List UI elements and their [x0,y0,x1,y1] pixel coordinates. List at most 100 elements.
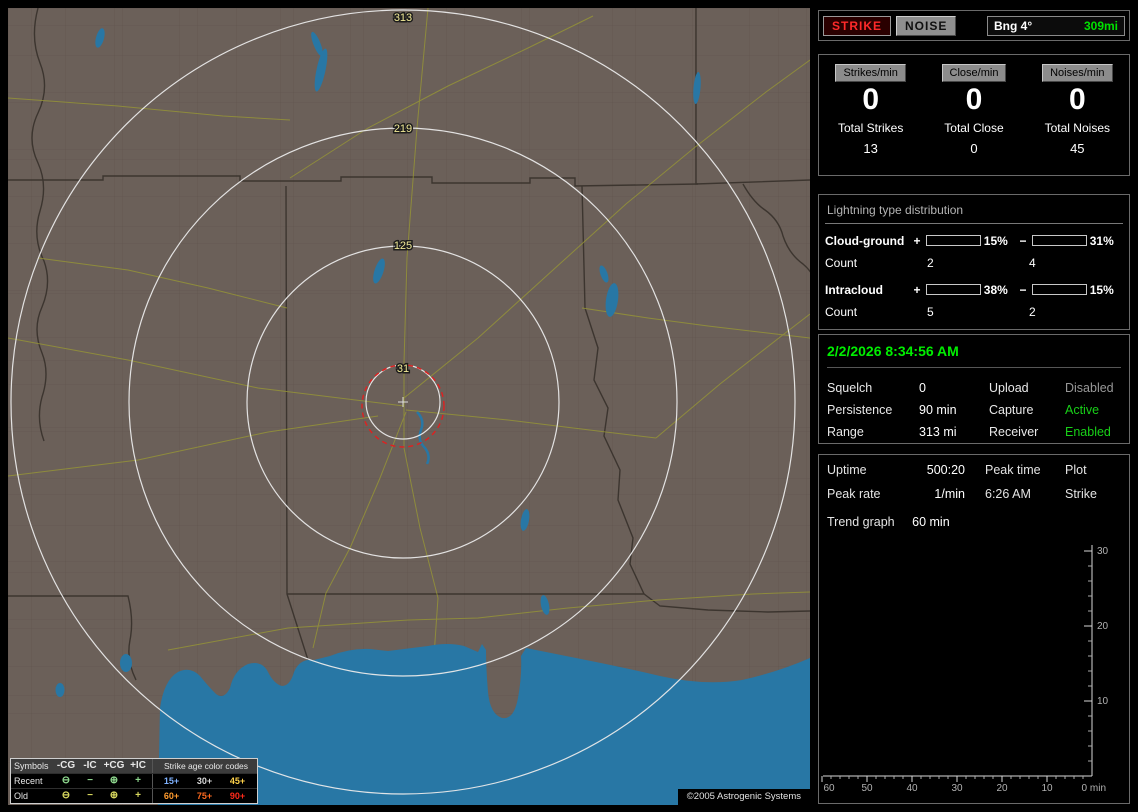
ic-negative-bar [1031,284,1087,295]
strikes-column: Strikes/min 0 Total Strikes 13 [819,63,922,156]
total-close-label: Total Close [944,121,1004,135]
total-strikes-value: 13 [863,141,878,156]
cg-positive-count: 2 [927,256,934,270]
close-per-min-button[interactable]: Close/min [941,64,1007,82]
minus-sign: − [1019,282,1027,297]
cg-positive-percent: 15% [983,233,1008,248]
graph-axes [823,545,1093,777]
age-code-15: 15+ [163,776,180,786]
noises-per-min-button[interactable]: Noises/min [1042,64,1113,82]
radar-map[interactable]: 313 219 125 31 Symbols -CG -IC +CG +IC S… [8,8,810,805]
y-minor-ticks [1088,565,1092,762]
plus-sign: + [913,282,921,297]
range-value: 313 mi [919,425,957,439]
distance-readout: 309mi [1083,18,1118,33]
receiver-label: Receiver [989,425,1039,439]
mode-bar: STRIKE NOISE Bng 4° 309mi [818,10,1130,41]
strikes-per-min-button[interactable]: Strikes/min [835,64,906,82]
x-tick-40: 40 [906,783,918,794]
cloud-ground-label: Cloud-ground [825,233,905,248]
range-label-313: 313 [394,12,412,24]
legend-old-label: Old [14,791,29,801]
close-column: Close/min 0 Total Close 0 [922,63,1025,156]
trend-panel: Uptime 500:20 Peak time Plot Peak rate 1… [818,454,1130,804]
trend-graph: 30 20 10 60 50 40 30 20 10 0 min [821,545,1109,794]
x-tick-20: 20 [996,783,1008,794]
range-label-125: 125 [394,240,412,252]
total-noises-value: 45 [1070,141,1085,156]
legend-age-title: Strike age color codes [163,761,249,771]
plot-label: Plot [1065,463,1087,477]
system-status-panel: 2/2/2026 8:34:56 AM Squelch 0 Upload Dis… [818,334,1130,444]
legend-old-row: Old ⊖ − ⊕ + 60+ 75+ 90+ [11,789,257,803]
neg-ic-recent-icon: − [87,775,93,786]
cg-negative-percent: 31% [1089,233,1114,248]
age-code-60: 60+ [163,791,180,801]
pos-cg-old-icon: ⊕ [109,790,119,801]
cg-negative-count: 4 [1029,256,1036,270]
legend-divider [152,774,153,788]
legend-col-neg-cg: -CG [56,760,76,771]
range-label: Range [827,425,864,439]
age-code-90: 90+ [229,791,246,801]
map-legend: Symbols -CG -IC +CG +IC Strike age color… [10,758,258,804]
noises-column: Noises/min 0 Total Noises 45 [1026,63,1129,156]
peak-time-value: 6:26 AM [985,487,1031,501]
bearing-distance-panel: Bng 4° 309mi [987,15,1125,36]
total-close-value: 0 [970,141,978,156]
ic-negative-count: 2 [1029,305,1036,319]
ic-negative-percent: 15% [1089,282,1114,297]
lightning-distribution-panel: Lightning type distribution Cloud-ground… [818,194,1130,330]
uptime-label: Uptime [827,463,867,477]
noises-per-min-value: 0 [1068,83,1086,116]
intracloud-count-row: Count 5 2 [825,305,1123,319]
range-label-31: 31 [397,363,409,375]
ic-positive-count: 5 [927,305,934,319]
minus-sign: − [1019,233,1027,248]
x-tick-30: 30 [951,783,963,794]
x-major-ticks [821,776,1048,782]
y-tick-10: 10 [1097,696,1109,707]
map-canvas: 313 219 125 31 [8,8,810,805]
copyright-notice: ©2005 Astrogenic Systems [677,789,810,805]
pos-cg-recent-icon: ⊕ [109,775,119,786]
legend-col-pos-cg: +CG [103,760,125,771]
strike-stats-panel: Strikes/min 0 Total Strikes 13 Close/min… [818,54,1130,176]
legend-symbols-label: Symbols [14,761,49,771]
legend-col-pos-ic: +IC [130,760,146,771]
noise-mode-button[interactable]: NOISE [896,15,957,36]
legend-header-row: Symbols -CG -IC +CG +IC Strike age color… [11,759,257,774]
x-tick-10: 10 [1041,783,1053,794]
legend-divider [152,789,153,803]
intracloud-row: Intracloud + 38% − 15% [825,282,1123,297]
plot-type-value: Strike [1065,487,1097,501]
peak-rate-value: 1/min [934,487,965,501]
legend-recent-label: Recent [14,776,43,786]
neg-ic-old-icon: − [87,790,93,801]
y-tick-20: 20 [1097,621,1109,632]
uptime-value: 500:20 [926,463,965,477]
age-code-45: 45+ [229,776,246,786]
cloud-ground-count-row: Count 2 4 [825,256,1123,270]
total-noises-label: Total Noises [1044,121,1110,135]
pos-ic-old-icon: + [135,790,141,801]
nexstorm-app: { "map": { "range_labels": ["313", "219"… [0,0,1138,812]
range-label-219: 219 [394,123,412,135]
count-label: Count [825,305,858,319]
intracloud-label: Intracloud [825,282,884,297]
datetime-readout: 2/2/2026 8:34:56 AM [827,340,1121,368]
persistence-label: Persistence [827,403,893,417]
capture-label: Capture [989,403,1034,417]
plus-sign: + [913,233,921,248]
distribution-title: Lightning type distribution [825,202,1123,224]
x-tick-60: 60 [823,783,835,794]
age-code-75: 75+ [196,791,213,801]
total-strikes-label: Total Strikes [837,121,904,135]
strike-mode-button[interactable]: STRIKE [823,15,892,36]
neg-cg-old-icon: ⊖ [61,790,71,801]
cg-positive-bar [925,235,981,246]
receiver-status: Enabled [1065,425,1111,439]
cloud-ground-row: Cloud-ground + 15% − 31% [825,233,1123,248]
capture-status: Active [1065,403,1100,417]
ic-positive-percent: 38% [983,282,1008,297]
